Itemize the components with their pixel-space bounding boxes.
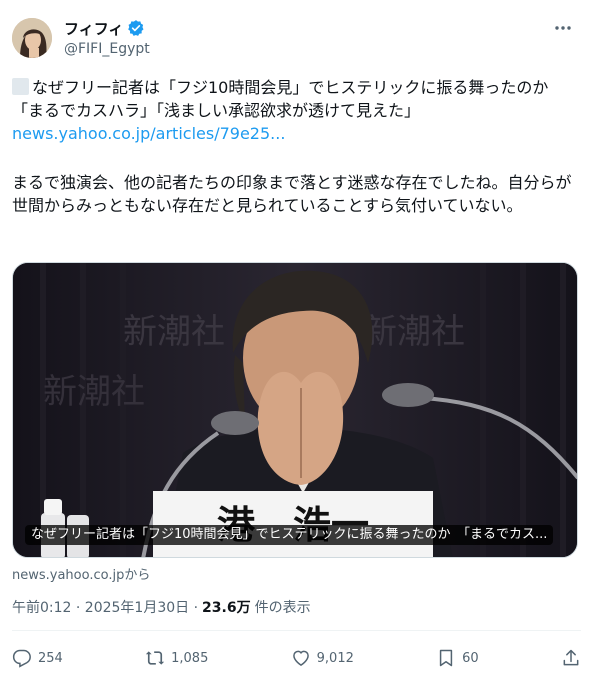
- more-dots-icon[interactable]: [549, 18, 577, 42]
- author-handle[interactable]: @FIFI_Egypt: [64, 41, 150, 57]
- heart-icon: [292, 650, 309, 666]
- repost-button[interactable]: 1,085: [145, 648, 208, 668]
- newspaper-emoji-icon: [12, 78, 29, 95]
- share-icon: [563, 649, 579, 666]
- bookmark-button[interactable]: 60: [436, 648, 479, 668]
- divider: [12, 630, 581, 631]
- article-link[interactable]: news.yahoo.co.jp/articles/79e25...: [12, 124, 285, 143]
- author-block: フィフィ @FIFI_Egypt: [64, 18, 150, 58]
- tweet-headline: なぜフリー記者は「フジ10時間会見」でヒステリックに振る舞ったのか 「まるでカス…: [12, 78, 565, 120]
- tweet-header: フィフィ @FIFI_Egypt: [12, 16, 583, 60]
- reply-icon: [12, 649, 31, 668]
- share-button[interactable]: [561, 648, 581, 668]
- tweet-card: フィフィ @FIFI_Egypt なぜフリー記者は「フジ10時間会見」でヒステリ…: [0, 0, 595, 683]
- reply-count: 254: [38, 650, 63, 666]
- tweet-meta: 午前0:12 · 2025年1月30日 · 23.6万 件の表示: [12, 597, 311, 617]
- views-label: 件の表示: [254, 600, 311, 616]
- verified-badge-icon: [127, 19, 145, 37]
- like-count: 9,012: [316, 650, 354, 666]
- watermark: 新潮社: [43, 372, 145, 412]
- repost-icon: [145, 651, 165, 665]
- display-name[interactable]: フィフィ: [64, 18, 123, 39]
- press-conference-photo: 新潮社 新潮社 新潮社 港 浩一: [13, 263, 577, 557]
- bookmark-icon: [439, 649, 453, 667]
- link-source[interactable]: news.yahoo.co.jpから: [12, 564, 150, 583]
- bookmark-count: 60: [462, 650, 479, 666]
- action-bar: 254 1,085 9,012 60: [12, 646, 581, 670]
- link-card-image[interactable]: 新潮社 新潮社 新潮社 港 浩一 なぜフリー記者は「: [12, 262, 578, 558]
- views-count: 23.6万: [202, 600, 251, 616]
- reply-button[interactable]: 254: [12, 648, 63, 668]
- like-button[interactable]: 9,012: [291, 648, 354, 668]
- repost-count: 1,085: [171, 650, 209, 666]
- timestamp[interactable]: 午前0:12 · 2025年1月30日 ·: [12, 597, 198, 617]
- watermark: 新潮社: [363, 312, 465, 352]
- watermark: 新潮社: [123, 312, 225, 352]
- tweet-comment: まるで独演会、他の記者たちの印象まで落とす迷惑な存在でしたね。自分らが世間からみ…: [12, 173, 572, 215]
- link-card-caption: なぜフリー記者は「フジ10時間会見」でヒステリックに振る舞ったのか 「まるでカス…: [25, 525, 554, 545]
- avatar[interactable]: [12, 18, 52, 58]
- tweet-text: なぜフリー記者は「フジ10時間会見」でヒステリックに振る舞ったのか 「まるでカス…: [12, 76, 572, 217]
